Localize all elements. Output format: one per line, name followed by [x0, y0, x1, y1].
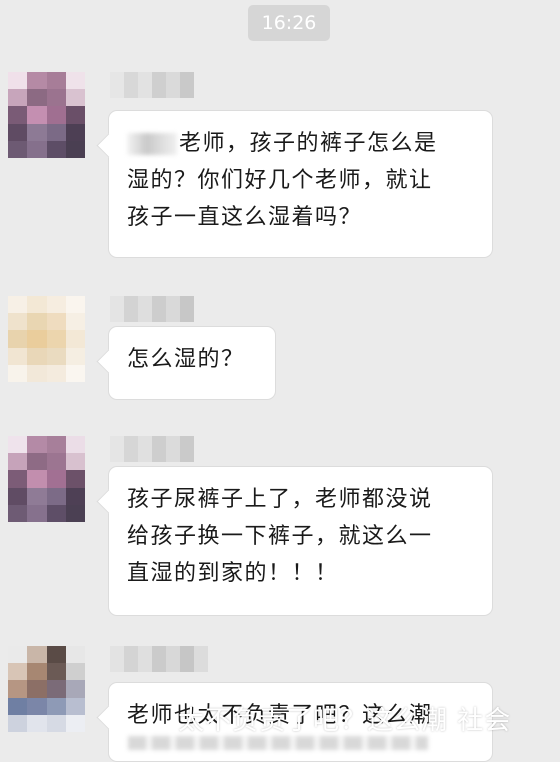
avatar-icon[interactable]	[8, 646, 85, 732]
watermark-text: 太不负责了吧？这么潮 社会	[178, 706, 512, 736]
avatar-icon[interactable]	[8, 72, 85, 158]
message-line: 孩子一直这么湿着吗？	[127, 205, 363, 230]
message-bubble-1[interactable]: 老师，孩子的裤子怎么是 湿的？你们好几个老师，就让 孩子一直这么湿着吗？	[108, 110, 493, 258]
sender-name-blurred	[110, 436, 194, 462]
message-line: 湿的？你们好几个老师，就让	[127, 168, 433, 193]
blurred-name	[127, 133, 177, 155]
message-line: 孩子尿裤子上了，老师都没说	[127, 487, 433, 512]
chat-message-3: 孩子尿裤子上了，老师都没说 给孩子换一下裤子，就这么一 直湿的到家的！！！	[0, 436, 560, 626]
message-line: 怎么湿的？	[127, 347, 245, 372]
cut-off-text-row	[128, 736, 428, 750]
timestamp-text: 16:26	[261, 12, 317, 34]
sender-name-blurred	[110, 296, 194, 322]
avatar-icon[interactable]	[8, 296, 85, 382]
message-bubble-3[interactable]: 孩子尿裤子上了，老师都没说 给孩子换一下裤子，就这么一 直湿的到家的！！！	[108, 466, 493, 616]
message-line: 老师，孩子的裤子怎么是	[127, 125, 474, 162]
sender-name-blurred	[110, 646, 208, 672]
chat-message-2: 怎么湿的？	[0, 296, 560, 406]
timestamp-pill: 16:26	[248, 5, 330, 41]
chat-message-1: 老师，孩子的裤子怎么是 湿的？你们好几个老师，就让 孩子一直这么湿着吗？	[0, 72, 560, 262]
message-line: 给孩子换一下裤子，就这么一	[127, 524, 433, 549]
message-line: 直湿的到家的！！！	[127, 561, 339, 586]
sender-name-blurred	[110, 72, 194, 98]
avatar-icon[interactable]	[8, 436, 85, 522]
message-bubble-2[interactable]: 怎么湿的？	[108, 326, 276, 400]
